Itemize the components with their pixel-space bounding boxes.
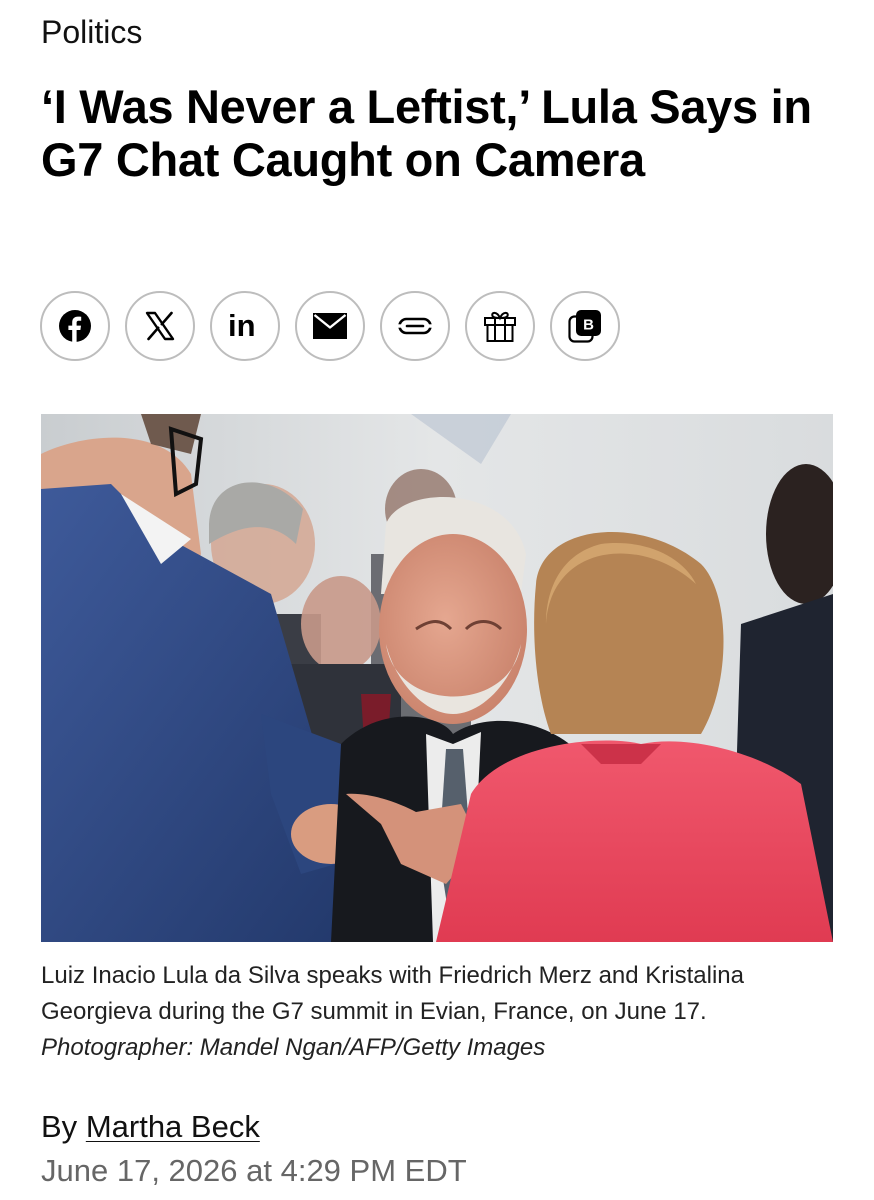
author-link[interactable]: Martha Beck [86,1109,260,1144]
svg-text:in: in [228,310,256,342]
section-label[interactable]: Politics [41,12,142,52]
gift-icon [484,311,516,342]
share-copy-link-button[interactable] [380,291,450,361]
caption-text: Luiz Inacio Lula da Silva speaks with Fr… [41,962,744,1025]
publish-date: June 17, 2026 at 4:29 PM EDT [41,1153,467,1188]
x-icon [145,311,175,341]
share-email-button[interactable] [295,291,365,361]
share-x-button[interactable] [125,291,195,361]
facebook-icon [59,310,91,342]
link-icon [398,317,432,335]
byline: By Martha Beck [41,1108,260,1146]
photo-caption: Luiz Inacio Lula da Silva speaks with Fr… [41,958,831,1066]
share-linkedin-button[interactable]: in [210,291,280,361]
byline-prefix: By [41,1109,78,1144]
share-facebook-button[interactable] [40,291,110,361]
article-hero-photo [41,414,833,942]
linkedin-icon: in [228,310,256,342]
article-headline: ‘I Was Never a Leftist,’ Lula Says in G7… [41,80,812,186]
bookmark-b-icon: B [568,310,601,343]
share-gift-article-button[interactable] [465,291,535,361]
photo-credit: Photographer: Mandel Ngan/AFP/Getty Imag… [41,1034,546,1061]
share-bar: in B [40,291,620,361]
save-bookmark-button[interactable]: B [550,291,620,361]
email-icon [313,313,347,339]
svg-text:B: B [583,317,594,334]
